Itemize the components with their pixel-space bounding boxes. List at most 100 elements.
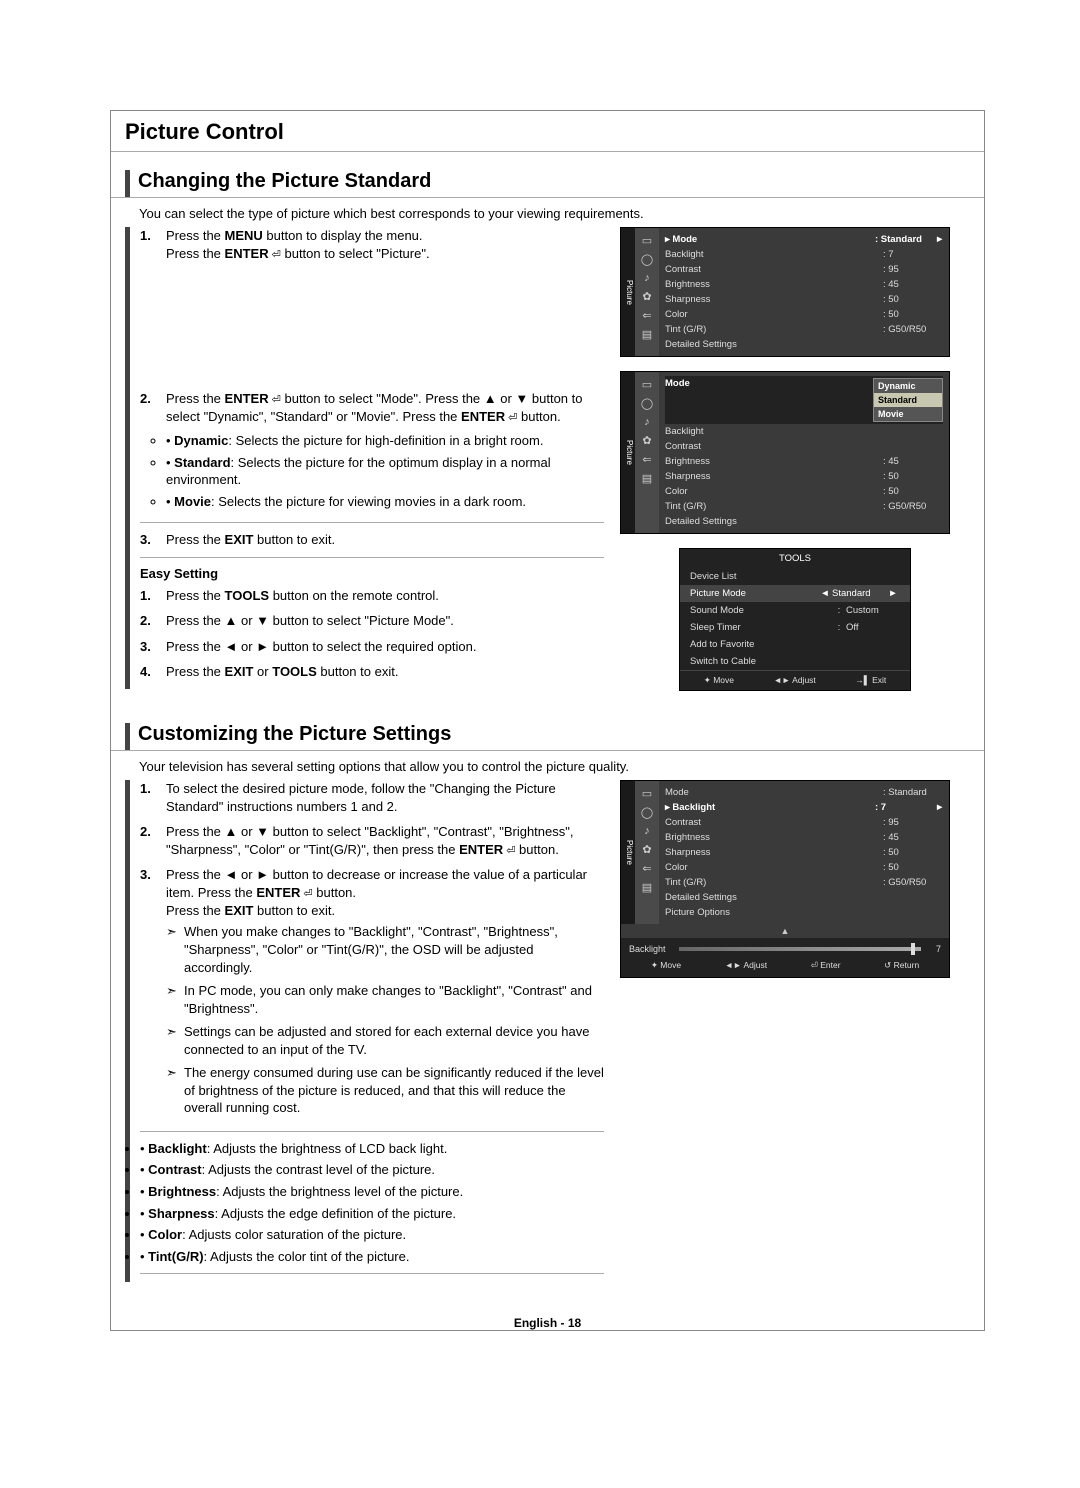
easy-step-3: 3.Press the ◄ or ► button to select the … [140,638,604,656]
osd-row: Mode: Standard [665,785,943,800]
enter-icon: ⏎ [269,249,281,261]
osd-row: Tint (G/R): G50/R50 [665,875,943,890]
section-heading-2: Customizing the Picture Settings [111,723,984,751]
osd-row: Sharpness: 50 [665,469,943,484]
osd-icon-column: ▭ ◯ ♪ ✿ ⇐ ▤ [635,372,659,533]
osd-row: Color: 50 [665,860,943,875]
custom-step-1: 1.To select the desired picture mode, fo… [140,780,604,815]
heading-bar-icon [125,170,130,197]
osd-row: Color: 50 [665,484,943,499]
definition-item: • Tint(G/R): Adjusts the color tint of t… [140,1248,604,1266]
osd-row: Picture Options [665,905,943,920]
osd-row: Detailed Settings [665,337,943,352]
osd-tab-label: Picture [621,781,635,924]
input-icon: ⇐ [642,862,651,875]
easy-step-4: 4.Press the EXIT or TOOLS button to exit… [140,663,604,681]
osd-row: Tint (G/R): G50/R50 [665,322,943,337]
osd-icon-column: ▭ ◯ ♪ ✿ ⇐ ▤ [635,781,659,924]
popup-option-dynamic: Dynamic [874,379,942,393]
section2-intro: Your television has several setting opti… [111,757,984,780]
note-item: ➣The energy consumed during use can be s… [166,1064,604,1117]
heading-text: Customizing the Picture Settings [138,723,451,750]
osd-row: Brightness: 45 [665,454,943,469]
tools-row: Device List [680,568,910,585]
body-bar-icon [125,227,130,689]
popup-option-standard: Standard [874,393,942,407]
osd-row: Brightness: 45 [665,277,943,292]
osd-row: Detailed Settings [665,514,943,529]
osd-mode-popup: Dynamic Standard Movie [873,378,943,422]
flame-icon: ♪ [644,416,650,428]
input-icon: ⇐ [642,453,651,466]
gear-icon: ✿ [642,434,651,447]
list-icon: ▤ [642,328,652,341]
slider-value: 7 [921,944,941,954]
definition-item: • Sharpness: Adjusts the edge definition… [140,1205,604,1223]
slider-track [679,947,921,951]
definition-item: • Backlight: Adjusts the brightness of L… [140,1140,604,1158]
osd-row: Sharpness: 50 [665,292,943,307]
enter-icon: ⏎ [503,845,515,857]
custom-step-2: 2.Press the ▲ or ▼ button to select "Bac… [140,823,604,858]
osd-row: Color: 50 [665,307,943,322]
definition-item: • Brightness: Adjusts the brightness lev… [140,1183,604,1201]
osd-row: Tint (G/R): G50/R50 [665,499,943,514]
circle-icon: ◯ [641,397,653,410]
osd-row: Contrast: 95 [665,815,943,830]
circle-icon: ◯ [641,806,653,819]
mode-dynamic-desc: • Dynamic: Selects the picture for high-… [166,432,604,450]
tools-title: TOOLS [680,549,910,568]
page-footer: English - 18 [111,1316,984,1330]
osd-tab-label: Picture [621,372,635,533]
osd-picture-menu-2: Picture ▭ ◯ ♪ ✿ ⇐ ▤ Mode Dynamic [620,371,950,534]
enter-icon: ⏎ [505,412,517,424]
osd-row: Detailed Settings [665,890,943,905]
tools-row: Sleep Timer:Off [680,619,910,636]
step-2: 2. Press the ENTER ⏎ button to select "M… [140,390,604,514]
heading-text: Changing the Picture Standard [138,170,431,197]
list-icon: ▤ [642,881,652,894]
slider-label: Backlight [629,944,679,954]
definition-item: • Color: Adjusts color saturation of the… [140,1226,604,1244]
page-frame: Picture Control Changing the Picture Sta… [110,110,985,1331]
step-1: 1. Press the MENU button to display the … [140,227,604,262]
list-icon: ▤ [642,472,652,485]
slider-thumb-icon [911,943,915,955]
definition-item: • Contrast: Adjusts the contrast level o… [140,1161,604,1179]
main-title: Picture Control [111,119,984,152]
custom-step-3: 3. Press the ◄ or ► button to decrease o… [140,866,604,1122]
osd-row: Contrast: 95 [665,262,943,277]
osd-slider: Backlight 7 ✦ Move◄► Adjust⏎ Enter↺ Retu… [621,938,949,977]
tools-row: Add to Favorite [680,636,910,653]
osd-row: Brightness: 45 [665,830,943,845]
tv-icon: ▭ [642,787,652,800]
enter-icon: ⏎ [269,394,281,406]
flame-icon: ♪ [644,272,650,284]
popup-option-movie: Movie [874,407,942,421]
easy-setting-heading: Easy Setting [140,566,604,581]
osd-row: Contrast [665,439,943,454]
note-item: ➣When you make changes to "Backlight", "… [166,923,604,976]
osd-icon-column: ▭ ◯ ♪ ✿ ⇐ ▤ [635,228,659,356]
mode-movie-desc: • Movie: Selects the picture for viewing… [166,493,604,511]
osd-row: Backlight [665,424,943,439]
osd-tab-label: Picture [621,228,635,356]
step-3: 3. Press the EXIT button to exit. [140,531,604,549]
osd-picture-menu-1: Picture ▭ ◯ ♪ ✿ ⇐ ▤ ▸ Mode: Standard►Bac… [620,227,950,357]
osd3-footer: ✦ Move◄► Adjust⏎ Enter↺ Return [629,954,941,971]
mode-standard-desc: • Standard: Selects the picture for the … [166,454,604,489]
section1-intro: You can select the type of picture which… [111,204,984,227]
note-item: ➣In PC mode, you can only make changes t… [166,982,604,1017]
osd-mode-row: Mode Dynamic Standard Movie [665,376,943,424]
scroll-arrow-icon: ▲ [621,924,949,938]
circle-icon: ◯ [641,253,653,266]
easy-step-1: 1.Press the TOOLS button on the remote c… [140,587,604,605]
tools-row: Sound Mode:Custom [680,602,910,619]
osd-row: Backlight: 7 [665,247,943,262]
tv-icon: ▭ [642,378,652,391]
tools-footer: ✦ Move◄► Adjust→▌ Exit [680,670,910,690]
enter-icon: ⏎ [300,888,312,900]
easy-step-2: 2.Press the ▲ or ▼ button to select "Pic… [140,612,604,630]
gear-icon: ✿ [642,290,651,303]
note-item: ➣Settings can be adjusted and stored for… [166,1023,604,1058]
